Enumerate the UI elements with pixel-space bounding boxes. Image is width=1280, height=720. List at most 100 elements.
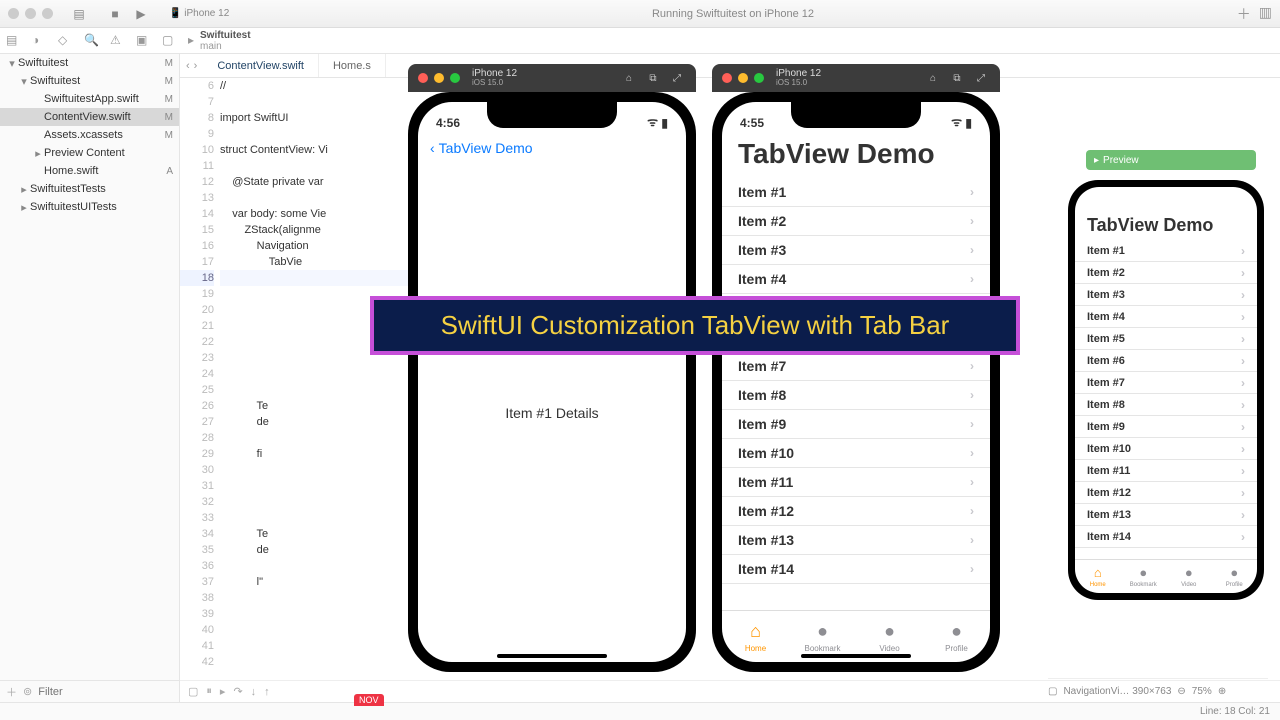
list-item[interactable]: Item #11› [1075, 460, 1257, 482]
fwd-icon[interactable]: › [194, 60, 198, 72]
list-item[interactable]: Item #10› [722, 439, 990, 468]
issue-icon[interactable]: ⚠ [110, 33, 126, 49]
profile-icon: ● [951, 621, 962, 642]
close-dot[interactable] [8, 8, 19, 19]
rotate-icon[interactable]: ⤢ [668, 73, 686, 84]
tab-profile[interactable]: ●Profile [923, 611, 990, 662]
rotate-icon[interactable]: ⤢ [972, 73, 990, 84]
tab-home[interactable]: ⌂Home [1075, 560, 1121, 593]
list-item[interactable]: Item #8› [722, 381, 990, 410]
debug-icon[interactable]: ▢ [162, 33, 178, 49]
filter-input[interactable] [38, 686, 180, 698]
list-item[interactable]: Item #2› [1075, 262, 1257, 284]
list-item[interactable]: Item #7› [1075, 372, 1257, 394]
list-item[interactable]: Item #10› [1075, 438, 1257, 460]
add-icon[interactable]: ＋ [1237, 4, 1251, 24]
zoom-dot[interactable] [42, 8, 53, 19]
list-item[interactable]: Item #12› [722, 497, 990, 526]
step-over-icon[interactable]: ↷ [233, 685, 242, 698]
test-icon[interactable]: ▣ [136, 33, 152, 49]
sim-close-icon[interactable] [418, 73, 428, 83]
min-dot[interactable] [25, 8, 36, 19]
sim-close-icon[interactable] [722, 73, 732, 83]
nav-row[interactable]: Home.swiftA [0, 162, 179, 180]
list-item[interactable]: Item #4› [1075, 306, 1257, 328]
bookmark-icon: ● [817, 621, 828, 642]
home-icon[interactable]: ⌂ [924, 73, 942, 84]
filter-icon[interactable]: ⊚ [23, 685, 32, 698]
nav-row[interactable]: ContentView.swiftM [0, 108, 179, 126]
device-icon[interactable]: ▢ [1048, 686, 1057, 697]
chevron-right-icon: › [1241, 442, 1245, 456]
home-indicator[interactable] [497, 654, 607, 658]
preview-title: TabView Demo [1075, 207, 1257, 240]
scheme-device[interactable]: 📱 iPhone 12 [169, 8, 229, 19]
stop-icon[interactable]: ■ [105, 4, 125, 24]
list-item[interactable]: Item #14› [722, 555, 990, 584]
home-indicator[interactable] [801, 654, 911, 658]
sim-zoom-icon[interactable] [754, 73, 764, 83]
list-item[interactable]: Item #3› [1075, 284, 1257, 306]
list-item[interactable]: Item #12› [1075, 482, 1257, 504]
breakpoints-toggle-icon[interactable]: ⏸ [206, 685, 212, 698]
run-icon[interactable]: ▶ [131, 4, 151, 24]
sim-time: 4:55 [740, 116, 764, 130]
chevron-right-icon: › [970, 359, 974, 373]
symbol-icon[interactable]: ◇ [58, 33, 74, 49]
nav-row[interactable]: ▸Preview Content [0, 144, 179, 162]
scm-icon[interactable]: ◑ [32, 33, 48, 49]
nav-row[interactable]: ▸SwiftuitestTests [0, 180, 179, 198]
step-out-icon[interactable]: ↑ [264, 686, 270, 698]
nav-row[interactable]: SwiftuitestApp.swiftM [0, 90, 179, 108]
hide-debug-icon[interactable]: ▢ [188, 685, 198, 698]
nav-row[interactable]: ▸SwiftuitestUITests [0, 198, 179, 216]
list-item[interactable]: Item #9› [1075, 416, 1257, 438]
tab-video[interactable]: ●Video [1166, 560, 1212, 593]
folder-icon[interactable]: ▤ [6, 33, 22, 49]
editor-tab[interactable]: Home.s [319, 54, 386, 77]
screenshot-icon[interactable]: ⧉ [644, 73, 662, 84]
list-item[interactable]: Item #2› [722, 207, 990, 236]
phone-frame: 4:55ᯤ ▮ TabView Demo Item #1›Item #2›Ite… [712, 92, 1000, 672]
list-item[interactable]: Item #4› [722, 265, 990, 294]
nav-back[interactable]: ‹TabView Demo [418, 132, 686, 164]
list-item[interactable]: Item #7› [722, 352, 990, 381]
list-item[interactable]: Item #5› [1075, 328, 1257, 350]
list-item[interactable]: Item #3› [722, 236, 990, 265]
continue-icon[interactable]: ▸ [220, 685, 226, 698]
tab-profile[interactable]: ●Profile [1212, 560, 1258, 593]
nav-row[interactable]: Assets.xcassetsM [0, 126, 179, 144]
zoom-out-icon[interactable]: ⊖ [1177, 686, 1185, 697]
chevron-right-icon: › [1241, 244, 1245, 258]
add-target-icon[interactable]: ＋ [6, 684, 17, 700]
back-icon[interactable]: ‹ [186, 60, 190, 72]
nav-row[interactable]: ▾SwiftuitestM [0, 54, 179, 72]
find-icon[interactable]: 🔍 [84, 33, 100, 49]
list-item[interactable]: Item #9› [722, 410, 990, 439]
home-icon[interactable]: ⌂ [620, 73, 638, 84]
zoom-in-icon[interactable]: ⊕ [1218, 686, 1226, 697]
wifi-icon: ᯤ [647, 113, 658, 130]
code-view[interactable]: //import SwiftUIstruct ContentView: Vi @… [220, 78, 420, 680]
library-icon[interactable]: ▥ [1259, 4, 1272, 24]
list-item[interactable]: Item #14› [1075, 526, 1257, 548]
tab-bookmark[interactable]: ●Bookmark [1121, 560, 1167, 593]
list-item[interactable]: Item #8› [1075, 394, 1257, 416]
list-item[interactable]: Item #13› [722, 526, 990, 555]
sim-min-icon[interactable] [434, 73, 444, 83]
step-in-icon[interactable]: ↓ [251, 686, 257, 698]
list-item[interactable]: Item #6› [1075, 350, 1257, 372]
preview-pill[interactable]: ▸ Preview [1086, 150, 1256, 170]
sim-zoom-icon[interactable] [450, 73, 460, 83]
list-item[interactable]: Item #1› [1075, 240, 1257, 262]
tab-home[interactable]: ⌂Home [722, 611, 789, 662]
sidebar-toggle-icon[interactable]: ▤ [69, 4, 89, 24]
nav-row[interactable]: ▾SwiftuitestM [0, 72, 179, 90]
chevron-right-icon: › [1241, 332, 1245, 346]
screenshot-icon[interactable]: ⧉ [948, 73, 966, 84]
list-item[interactable]: Item #13› [1075, 504, 1257, 526]
list-item[interactable]: Item #11› [722, 468, 990, 497]
list-item[interactable]: Item #1› [722, 178, 990, 207]
sim-min-icon[interactable] [738, 73, 748, 83]
editor-tab[interactable]: ContentView.swift [203, 54, 319, 77]
